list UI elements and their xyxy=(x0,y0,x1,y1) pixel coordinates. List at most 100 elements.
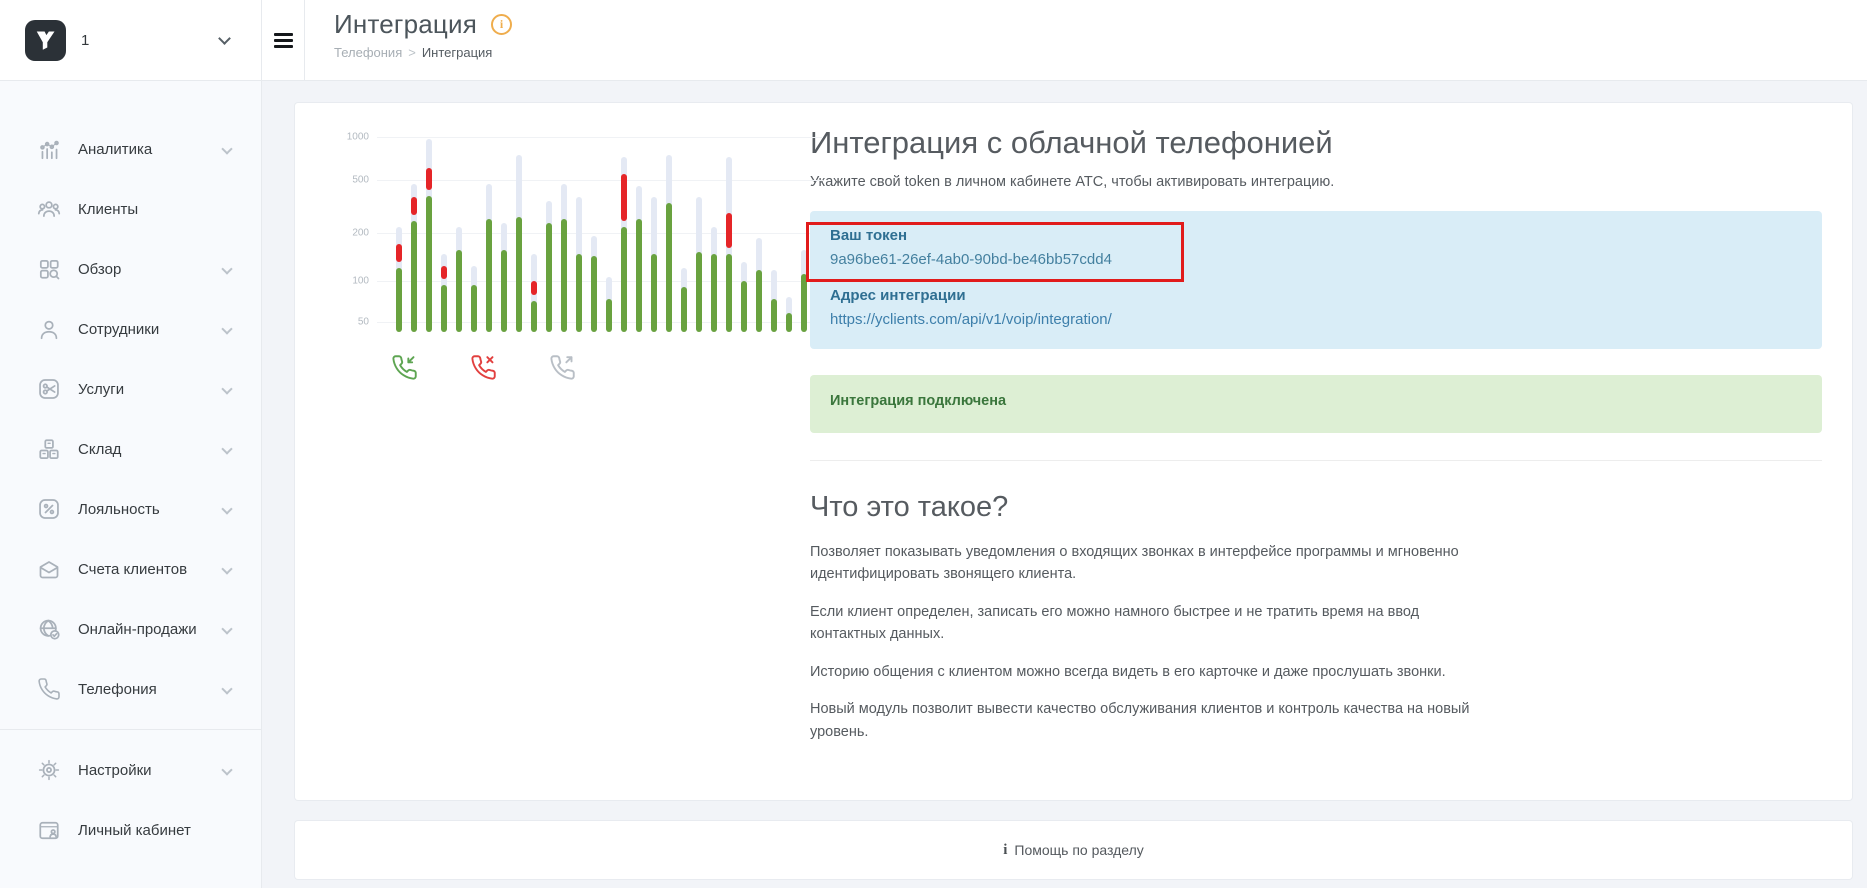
chevron-down-icon[interactable] xyxy=(218,32,231,45)
sidebar-item-label: Сотрудники xyxy=(78,321,159,338)
sidebar-item-label: Счета клиентов xyxy=(78,561,187,578)
call-bar xyxy=(441,137,447,332)
sidebar-item-online-sales[interactable]: Онлайн-продажи xyxy=(0,599,261,659)
call-volume-chart: 100050020010050 xyxy=(331,137,823,332)
token-label: Ваш токен xyxy=(830,227,1802,244)
yclients-logo-icon xyxy=(25,20,66,61)
call-bar xyxy=(651,137,657,332)
call-bar xyxy=(771,137,777,332)
call-bar xyxy=(531,137,537,332)
incoming-call-icon xyxy=(391,354,418,381)
sidebar-item-analytics[interactable]: Аналитика xyxy=(0,119,261,179)
sidebar-item-telephony[interactable]: Телефония xyxy=(0,659,261,719)
call-bar xyxy=(516,137,522,332)
sidebar-item-label: Телефония xyxy=(78,681,157,698)
sidebar-item-label: Онлайн-продажи xyxy=(78,621,197,638)
sidebar-item-accounts[interactable]: Счета клиентов xyxy=(0,539,261,599)
call-bar xyxy=(426,137,432,332)
y-axis-tick-label: 200 xyxy=(331,227,369,238)
sidebar-item-label: Обзор xyxy=(78,261,121,278)
chevron-down-icon xyxy=(221,383,232,394)
chevron-down-icon xyxy=(221,623,232,634)
call-bar xyxy=(741,137,747,332)
call-bar xyxy=(801,137,807,332)
chevron-down-icon xyxy=(221,323,232,334)
call-bar xyxy=(756,137,762,332)
hamburger-icon xyxy=(274,30,293,51)
accounts-icon xyxy=(36,557,62,581)
y-axis-tick-label: 100 xyxy=(331,276,369,287)
sidebar-item-services[interactable]: Услуги xyxy=(0,359,261,419)
breadcrumb-current: Интеграция xyxy=(422,45,493,60)
chart-bars xyxy=(396,137,837,332)
chevron-down-icon xyxy=(221,503,232,514)
sidebar-item-loyalty[interactable]: Лояльность xyxy=(0,479,261,539)
sidebar-item-overview[interactable]: Обзор xyxy=(0,239,261,299)
token-group: Ваш токен 9a96be61-26ef-4ab0-90bd-be46bb… xyxy=(830,227,1802,268)
description-paragraph: Если клиент определен, записать его можн… xyxy=(810,601,1490,646)
breadcrumb: Телефония>Интеграция xyxy=(334,45,512,60)
overview-icon xyxy=(36,257,62,281)
chevron-down-icon xyxy=(221,263,232,274)
missed-call-icon xyxy=(470,354,497,381)
clients-icon xyxy=(36,197,62,221)
integration-card: 100050020010050 Интеграция с облачной те… xyxy=(295,103,1852,800)
page-title: Интеграция xyxy=(334,9,477,40)
call-chart-illustration: 100050020010050 xyxy=(295,103,810,800)
call-bar xyxy=(621,137,627,332)
y-axis-tick-label: 50 xyxy=(331,317,369,328)
call-bar xyxy=(696,137,702,332)
employees-icon xyxy=(36,317,62,341)
loyalty-icon xyxy=(36,497,62,521)
personal-cabinet-icon xyxy=(36,818,62,842)
call-bar xyxy=(591,137,597,332)
what-is-it-heading: Что это такое? xyxy=(810,491,1822,524)
call-bar xyxy=(501,137,507,332)
chevron-down-icon xyxy=(221,683,232,694)
telephony-icon xyxy=(36,677,62,701)
sidebar-item-label: Личный кабинет xyxy=(78,822,191,839)
call-bar xyxy=(636,137,642,332)
section-help-button[interactable]: i Помощь по разделу xyxy=(295,821,1852,879)
description-paragraph: Позволяет показывать уведомления о входя… xyxy=(810,541,1490,586)
integration-address-link[interactable]: https://yclients.com/api/v1/voip/integra… xyxy=(830,311,1112,328)
sidebar-item-clients[interactable]: Клиенты xyxy=(0,179,261,239)
token-info-box: Ваш токен 9a96be61-26ef-4ab0-90bd-be46bb… xyxy=(810,211,1822,349)
menu-toggle-button[interactable] xyxy=(262,0,305,80)
sidebar-item-label: Аналитика xyxy=(78,141,152,158)
warehouse-icon xyxy=(36,437,62,461)
call-bar xyxy=(411,137,417,332)
sidebar-item-label: Лояльность xyxy=(78,501,160,518)
sidebar-item-settings[interactable]: Настройки xyxy=(0,740,261,800)
info-icon[interactable]: i xyxy=(491,14,512,35)
call-bar xyxy=(786,137,792,332)
company-number: 1 xyxy=(81,32,89,49)
description-paragraph: Новый модуль позволит вывести качество о… xyxy=(810,698,1490,743)
help-info-icon: i xyxy=(1003,842,1007,859)
integration-address-label: Адрес интеграции xyxy=(830,287,1802,304)
sidebar-item-label: Услуги xyxy=(78,381,124,398)
breadcrumb-parent[interactable]: Телефония xyxy=(334,45,402,60)
sidebar-divider xyxy=(0,729,261,730)
sidebar-item-label: Клиенты xyxy=(78,201,138,218)
sidebar-item-personal-cabinet[interactable]: Личный кабинет xyxy=(0,800,261,860)
company-switcher[interactable]: 1 xyxy=(0,0,262,80)
page-header: Интеграция i Телефония>Интеграция xyxy=(305,0,512,80)
call-bar xyxy=(711,137,717,332)
call-bar xyxy=(666,137,672,332)
call-bar xyxy=(576,137,582,332)
online-sales-icon xyxy=(36,617,62,641)
integration-content: Интеграция с облачной телефонией Укажите… xyxy=(810,103,1852,800)
outgoing-call-icon xyxy=(549,354,576,381)
sidebar-item-warehouse[interactable]: Склад xyxy=(0,419,261,479)
integration-subtext: Укажите свой token в личном кабинете АТС… xyxy=(810,174,1822,190)
sidebar-item-label: Склад xyxy=(78,441,121,458)
sidebar-item-employees[interactable]: Сотрудники xyxy=(0,299,261,359)
chevron-down-icon xyxy=(221,143,232,154)
address-group: Адрес интеграции https://yclients.com/ap… xyxy=(830,287,1802,329)
call-bar xyxy=(396,137,402,332)
token-value[interactable]: 9a96be61-26ef-4ab0-90bd-be46bb57cdd4 xyxy=(830,251,1802,268)
call-bar xyxy=(726,137,732,332)
call-bar xyxy=(486,137,492,332)
call-type-icons xyxy=(331,354,823,381)
